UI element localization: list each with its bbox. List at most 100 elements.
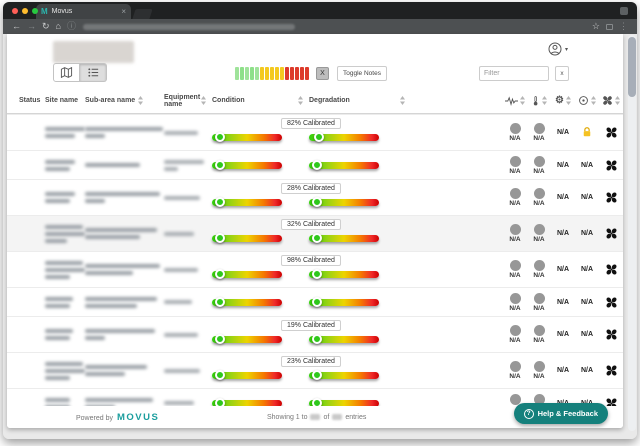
- column-header-temperature[interactable]: [527, 95, 551, 107]
- minimize-window-button[interactable]: [22, 8, 28, 14]
- condition-slider[interactable]: [212, 297, 282, 307]
- degradation-slider[interactable]: 82% Calibrated: [281, 117, 379, 142]
- maximize-window-button[interactable]: [32, 8, 38, 14]
- condition-slider[interactable]: [212, 269, 282, 279]
- tab-close-icon[interactable]: ×: [121, 7, 126, 16]
- column-header-status[interactable]: Status: [19, 97, 45, 104]
- list-view-button[interactable]: [80, 63, 107, 82]
- browser-profile-icon[interactable]: [620, 7, 628, 15]
- legend-segment: [260, 67, 264, 80]
- url-text-redacted[interactable]: [83, 23, 295, 30]
- equipment-type-fan[interactable]: [599, 263, 623, 276]
- help-feedback-button[interactable]: ? Help & Feedback: [513, 403, 608, 424]
- condition-slider-knob[interactable]: [215, 370, 225, 380]
- account-menu[interactable]: ▾: [548, 42, 568, 56]
- degradation-slider[interactable]: [309, 160, 379, 170]
- degradation-slider[interactable]: 23% Calibrated: [281, 355, 379, 380]
- table-row[interactable]: 23% Calibrated N/A N/A N/A N/A: [7, 352, 623, 388]
- degradation-slider[interactable]: 32% Calibrated: [281, 218, 379, 243]
- degradation-slider-knob[interactable]: [313, 132, 324, 142]
- bookmark-star-icon[interactable]: ☆: [592, 22, 600, 31]
- value-1: N/A: [556, 367, 570, 374]
- condition-slider-knob[interactable]: [215, 297, 225, 307]
- degradation-slider[interactable]: 19% Calibrated: [281, 319, 379, 344]
- condition-slider[interactable]: [212, 334, 282, 344]
- equipment-type-fan[interactable]: [599, 364, 623, 377]
- column-header-subarea-name[interactable]: Sub-area name: [85, 96, 164, 105]
- equipment-type-fan[interactable]: [599, 191, 623, 204]
- sort-icon[interactable]: [400, 96, 405, 105]
- equipment-type-fan[interactable]: [599, 328, 623, 341]
- degradation-slider-knob[interactable]: [312, 197, 322, 207]
- degradation-slider-knob[interactable]: [312, 334, 322, 344]
- table-row[interactable]: 98% Calibrated N/A N/A N/A N/A: [7, 251, 623, 287]
- condition-slider-knob[interactable]: [215, 132, 225, 142]
- degradation-slider-knob[interactable]: [312, 233, 322, 243]
- page-scrollbar[interactable]: [628, 35, 636, 431]
- condition-slider-knob[interactable]: [215, 160, 225, 170]
- degradation-slider-knob[interactable]: [312, 160, 322, 170]
- sort-icon[interactable]: [615, 96, 620, 105]
- condition-slider[interactable]: [212, 370, 282, 380]
- home-icon[interactable]: ⌂: [56, 22, 61, 31]
- table-row[interactable]: 82% Calibrated N/A N/A N/A: [7, 114, 623, 150]
- toggle-notes-button[interactable]: Toggle Notes: [337, 66, 387, 81]
- sort-icon[interactable]: [591, 96, 596, 105]
- browser-menu-icon[interactable]: ⋮: [619, 22, 628, 31]
- equipment-type-fan[interactable]: [599, 126, 623, 139]
- condition-slider-knob[interactable]: [215, 197, 225, 207]
- sort-icon[interactable]: [520, 96, 525, 105]
- scrollbar-thumb[interactable]: [628, 37, 636, 97]
- condition-slider-knob[interactable]: [215, 334, 225, 344]
- column-header-settings[interactable]: ⚙: [551, 95, 575, 106]
- forward-icon[interactable]: →: [27, 22, 36, 31]
- condition-slider-knob[interactable]: [215, 233, 225, 243]
- equipment-type-fan[interactable]: [599, 227, 623, 240]
- table-row[interactable]: N/A N/A N/A N/A: [7, 150, 623, 179]
- table-row[interactable]: 32% Calibrated N/A N/A N/A N/A: [7, 215, 623, 251]
- degradation-slider[interactable]: [309, 297, 379, 307]
- column-header-target[interactable]: [575, 95, 599, 106]
- window-controls[interactable]: [12, 8, 38, 14]
- sort-icon[interactable]: [542, 96, 547, 105]
- site-info-icon[interactable]: ⓘ: [67, 22, 76, 31]
- degradation-slider-knob[interactable]: [312, 269, 322, 279]
- legend-close-button[interactable]: X: [316, 67, 329, 80]
- column-header-equipment-name[interactable]: Equipment name: [164, 94, 212, 108]
- browser-tab[interactable]: M Movus ×: [36, 4, 131, 19]
- new-tab-button[interactable]: [132, 9, 153, 19]
- movus-brand[interactable]: MOVUS: [117, 412, 159, 423]
- back-icon[interactable]: ←: [12, 22, 21, 31]
- degradation-slider-knob[interactable]: [312, 297, 322, 307]
- column-header-vibration[interactable]: [503, 95, 527, 106]
- reload-icon[interactable]: ↻: [42, 22, 50, 31]
- table-row[interactable]: 19% Calibrated N/A N/A N/A N/A: [7, 316, 623, 352]
- equipment-type-fan[interactable]: [599, 159, 623, 172]
- condition-slider-knob[interactable]: [215, 269, 225, 279]
- degradation-slider[interactable]: 28% Calibrated: [281, 182, 379, 207]
- condition-slider[interactable]: [212, 132, 282, 142]
- sensor-circle-icon: [509, 393, 521, 405]
- sort-icon[interactable]: [138, 96, 143, 105]
- filter-input[interactable]: [479, 66, 549, 81]
- sort-icon[interactable]: [298, 96, 303, 105]
- column-header-condition[interactable]: Condition: [212, 96, 309, 105]
- equipment-type-fan[interactable]: [599, 296, 623, 309]
- degradation-slider-knob[interactable]: [312, 370, 322, 380]
- map-view-button[interactable]: [53, 63, 80, 82]
- close-window-button[interactable]: [12, 8, 18, 14]
- degradation-slider[interactable]: 98% Calibrated: [281, 254, 379, 279]
- table-row[interactable]: N/A N/A N/A N/A: [7, 287, 623, 316]
- condition-slider[interactable]: [212, 233, 282, 243]
- table-row[interactable]: 28% Calibrated N/A N/A N/A N/A: [7, 179, 623, 215]
- filter-clear-button[interactable]: x: [555, 66, 569, 81]
- sort-icon[interactable]: [566, 96, 571, 105]
- column-header-degradation[interactable]: Degradation: [309, 96, 409, 105]
- column-header-fan[interactable]: [599, 95, 623, 106]
- cast-icon[interactable]: [606, 23, 613, 30]
- condition-slider[interactable]: [212, 197, 282, 207]
- condition-slider[interactable]: [212, 160, 282, 170]
- column-header-site-name[interactable]: Site name: [45, 97, 85, 104]
- sort-icon[interactable]: [201, 96, 206, 105]
- legend-segment: [235, 67, 239, 80]
